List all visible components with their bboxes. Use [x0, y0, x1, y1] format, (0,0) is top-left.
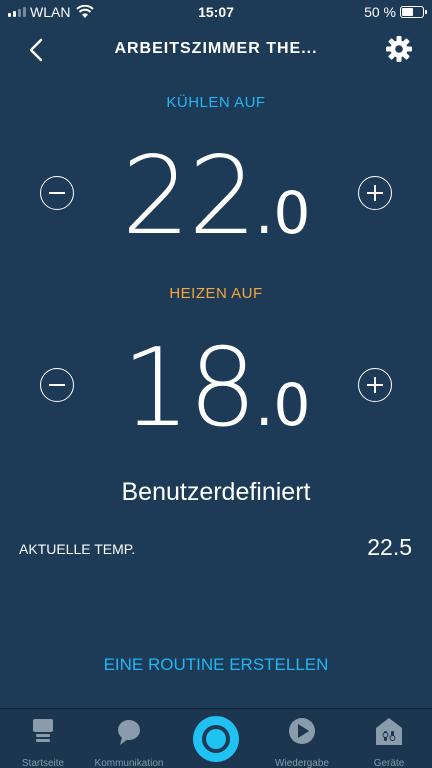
heat-setpoint-decimal: .0 [255, 371, 311, 439]
create-routine-link[interactable]: EINE ROUTINE ERSTELLEN [0, 655, 432, 675]
alexa-button[interactable] [193, 716, 239, 762]
nav-home-label: Startseite [21, 758, 65, 768]
nav-playback-label: Wiedergabe [275, 758, 329, 768]
battery-percentage: 50 % [364, 4, 396, 20]
nav-devices-label: Geräte [373, 758, 405, 768]
heat-setpoint-integer: 18 [121, 326, 257, 451]
cool-setpoint-decimal: .0 [255, 179, 311, 247]
cool-setpoint-integer: 22 [121, 134, 257, 259]
heat-setpoint-label: HEIZEN AUF [169, 285, 263, 302]
nav-playback[interactable]: Wiedergabe [259, 715, 345, 768]
home-icon [33, 719, 53, 742]
nav-home[interactable]: Startseite [0, 715, 86, 768]
back-chevron-icon[interactable] [22, 35, 52, 65]
current-temp-label: AKTUELLE TEMP. [19, 541, 136, 557]
nav-communication[interactable]: Kommunikation [86, 715, 172, 768]
heat-increase-button[interactable] [358, 368, 392, 402]
play-icon [289, 718, 315, 744]
nav-communication-label: Kommunikation [94, 758, 164, 768]
thermostat-mode[interactable]: Benutzerdefiniert [0, 478, 432, 507]
alexa-icon [202, 725, 230, 753]
nav-devices[interactable]: Geräte [346, 715, 432, 768]
cool-increase-button[interactable] [358, 176, 392, 210]
cool-setpoint-label: KÜHLEN AUF [166, 94, 266, 111]
devices-icon [376, 718, 402, 745]
chat-bubble-icon [118, 720, 140, 745]
heat-setpoint-row: 18.0 [0, 326, 432, 451]
cool-setpoint-row: 22.0 [0, 134, 432, 259]
battery-icon [400, 6, 427, 18]
status-bar: WLAN 15:07 50 % [0, 0, 432, 26]
gear-icon[interactable] [384, 34, 414, 64]
page-title: ARBEITSZIMMER THE... [114, 40, 318, 57]
header: ARBEITSZIMMER THE... [0, 26, 432, 74]
bottom-navigation: Startseite Kommunikation Wiedergabe Gerä… [0, 708, 432, 768]
current-temp-value: 22.5 [367, 534, 412, 560]
